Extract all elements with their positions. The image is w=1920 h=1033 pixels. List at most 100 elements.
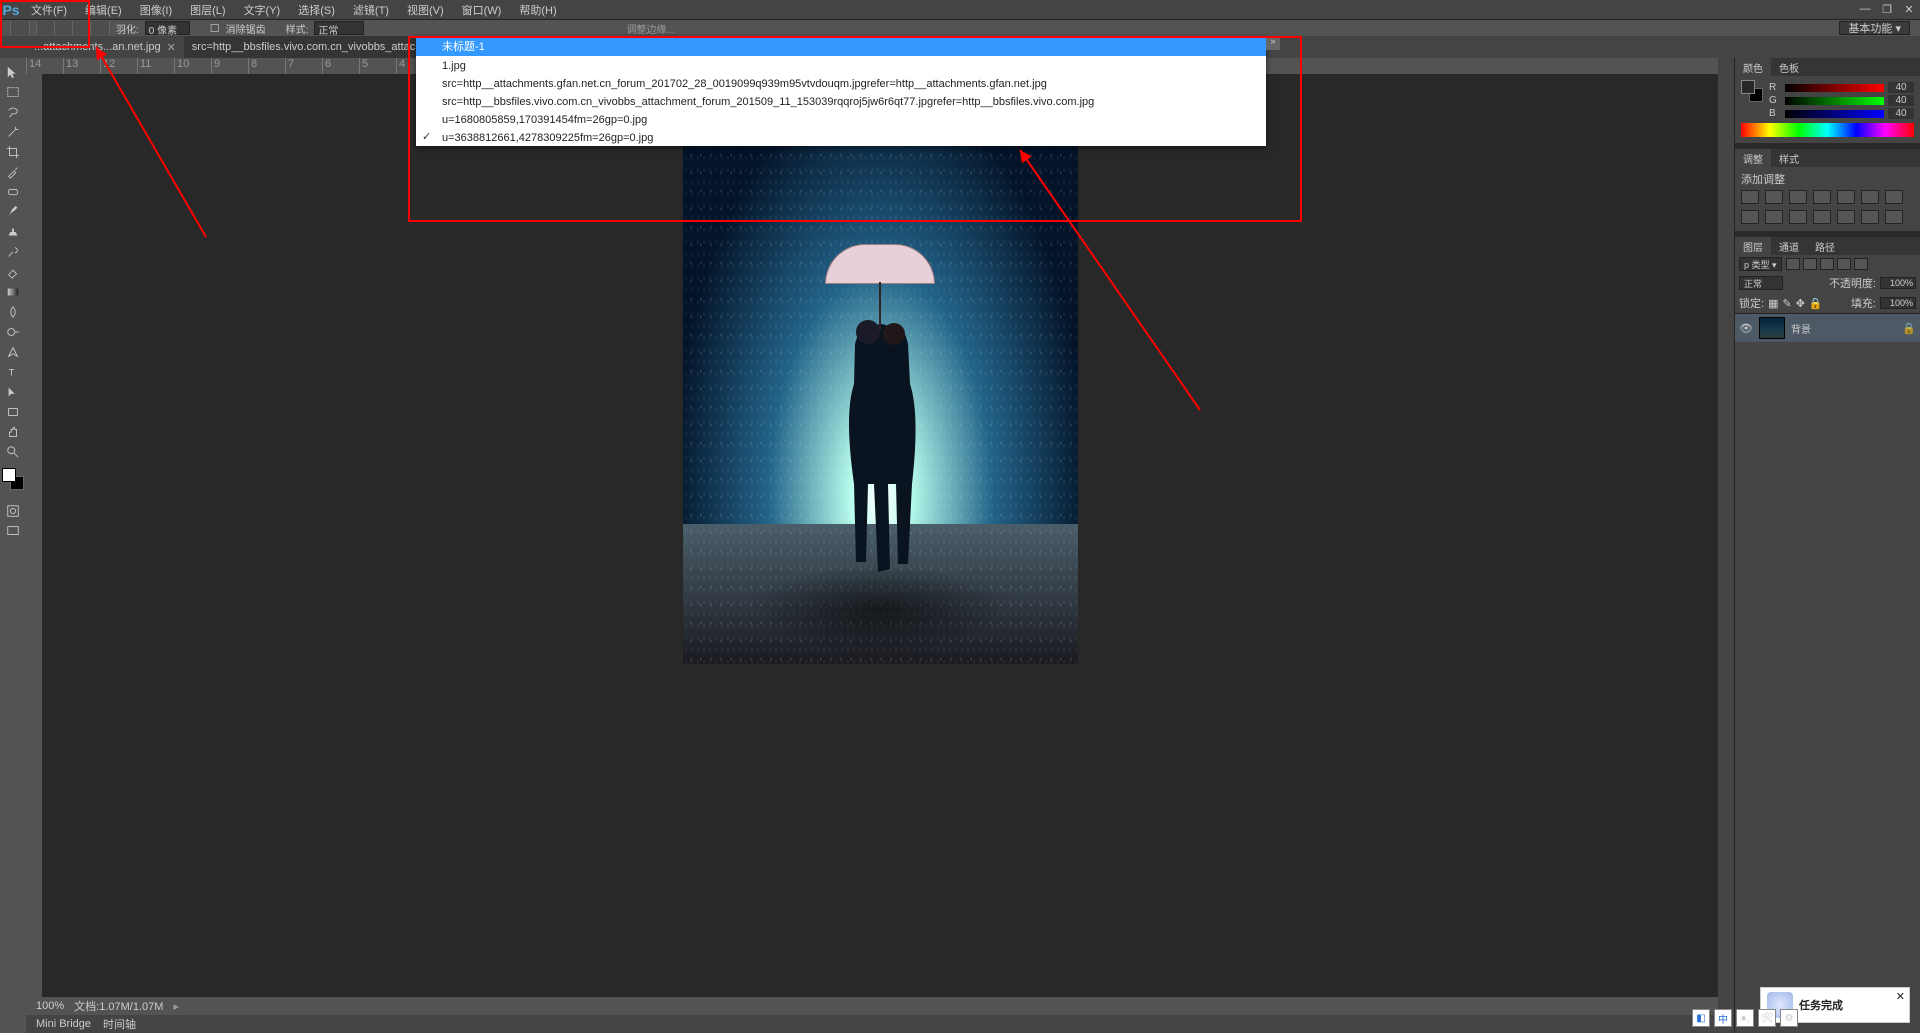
menu-edit[interactable]: 编辑(E) <box>76 0 131 20</box>
g-slider[interactable] <box>1785 97 1884 105</box>
tab-list-item[interactable]: u=1680805859,170391454fm=26gp=0.jpg <box>416 110 1266 128</box>
rectangle-tool-icon[interactable] <box>2 402 24 421</box>
mini-bridge-tab[interactable]: Mini Bridge <box>36 1018 91 1030</box>
ime-punct-button[interactable]: ●, <box>1736 1009 1754 1027</box>
feather-input[interactable]: 0 像素 <box>145 21 190 35</box>
opacity-input[interactable]: 100% <box>1880 277 1916 289</box>
brush-tool-icon[interactable] <box>2 202 24 221</box>
r-slider[interactable] <box>1785 84 1884 92</box>
document-tab[interactable]: ...attachments...an.net.jpg ✕ <box>26 36 184 58</box>
minimize-button[interactable]: — <box>1854 3 1876 16</box>
crop-tool-icon[interactable] <box>2 142 24 161</box>
lock-transparency-icon[interactable]: ▦ <box>1768 297 1778 310</box>
layer-name[interactable]: 背景 <box>1791 321 1896 336</box>
tab-overflow-button[interactable]: » <box>1266 36 1280 50</box>
filter-pixel-icon[interactable] <box>1786 258 1800 270</box>
menu-help[interactable]: 帮助(H) <box>510 0 565 20</box>
foreground-color-swatch[interactable] <box>2 468 16 482</box>
ime-tool-button[interactable]: 🛠 <box>1758 1009 1776 1027</box>
dodge-tool-icon[interactable] <box>2 322 24 341</box>
lock-all-icon[interactable]: 🔒 <box>1809 297 1823 310</box>
eraser-tool-icon[interactable] <box>2 262 24 281</box>
layers-panel-tab[interactable]: 图层 <box>1735 237 1771 255</box>
tab-list-item[interactable]: ✓u=3638812661,4278309225fm=26gp=0.jpg <box>416 128 1266 146</box>
black-white-icon[interactable] <box>1741 210 1759 224</box>
blur-tool-icon[interactable] <box>2 302 24 321</box>
quick-mask-icon[interactable] <box>2 501 24 520</box>
visibility-toggle-icon[interactable]: 👁 <box>1739 321 1753 335</box>
close-icon[interactable]: ✕ <box>167 41 176 54</box>
spot-healing-tool-icon[interactable] <box>2 182 24 201</box>
invert-icon[interactable] <box>1837 210 1855 224</box>
menu-select[interactable]: 选择(S) <box>289 0 344 20</box>
ime-lang-button[interactable]: 中 <box>1714 1009 1732 1027</box>
posterize-icon[interactable] <box>1861 210 1879 224</box>
ime-settings-button[interactable]: ⚙ <box>1780 1009 1798 1027</box>
tool-preset-picker[interactable] <box>10 21 30 35</box>
workspace-switcher[interactable]: 基本功能 ▾ <box>1839 21 1910 35</box>
channels-panel-tab[interactable]: 通道 <box>1771 237 1807 255</box>
style-select[interactable]: 正常 <box>314 21 364 35</box>
b-slider[interactable] <box>1785 110 1884 118</box>
hand-tool-icon[interactable] <box>2 422 24 441</box>
channel-mixer-icon[interactable] <box>1789 210 1807 224</box>
lock-pixels-icon[interactable]: ✎ <box>1782 297 1791 310</box>
eyedropper-tool-icon[interactable] <box>2 162 24 181</box>
levels-icon[interactable] <box>1765 190 1783 204</box>
path-selection-tool-icon[interactable] <box>2 382 24 401</box>
photo-filter-icon[interactable] <box>1765 210 1783 224</box>
zoom-level[interactable]: 100% <box>36 1000 64 1012</box>
color-lookup-icon[interactable] <box>1813 210 1831 224</box>
layer-thumbnail[interactable] <box>1759 317 1785 339</box>
selection-intersect-icon[interactable] <box>91 21 109 35</box>
menu-view[interactable]: 视图(V) <box>398 0 453 20</box>
layer-row[interactable]: 👁 背景 🔒 <box>1735 314 1920 342</box>
close-button[interactable]: ✕ <box>1898 3 1920 16</box>
exposure-icon[interactable] <box>1813 190 1831 204</box>
r-value[interactable]: 40 <box>1888 82 1914 93</box>
zoom-tool-icon[interactable] <box>2 442 24 461</box>
menu-file[interactable]: 文件(F) <box>22 0 76 20</box>
type-tool-icon[interactable]: T <box>2 362 24 381</box>
refine-edge-button[interactable]: 调整边缘... <box>626 21 674 36</box>
move-tool-icon[interactable] <box>2 62 24 81</box>
gradient-tool-icon[interactable] <box>2 282 24 301</box>
vibrance-icon[interactable] <box>1837 190 1855 204</box>
rectangular-marquee-tool-icon[interactable] <box>2 82 24 101</box>
brightness-contrast-icon[interactable] <box>1741 190 1759 204</box>
menu-type[interactable]: 文字(Y) <box>235 0 290 20</box>
menu-layer[interactable]: 图层(L) <box>181 0 234 20</box>
collapsed-panel-strip[interactable] <box>1718 58 1734 1033</box>
paths-panel-tab[interactable]: 路径 <box>1807 237 1843 255</box>
b-value[interactable]: 40 <box>1888 108 1914 119</box>
menu-filter[interactable]: 滤镜(T) <box>344 0 398 20</box>
selection-new-icon[interactable] <box>37 21 55 35</box>
pen-tool-icon[interactable] <box>2 342 24 361</box>
history-brush-tool-icon[interactable] <box>2 242 24 261</box>
layer-filter-type[interactable]: р 类型 ▾ <box>1739 257 1782 271</box>
swatches-panel-tab[interactable]: 色板 <box>1771 58 1807 76</box>
styles-panel-tab[interactable]: 样式 <box>1771 149 1807 167</box>
color-spectrum[interactable] <box>1741 123 1914 137</box>
g-value[interactable]: 40 <box>1888 95 1914 106</box>
lock-position-icon[interactable]: ✥ <box>1796 297 1805 310</box>
selection-add-icon[interactable] <box>55 21 73 35</box>
color-balance-icon[interactable] <box>1885 190 1903 204</box>
menu-image[interactable]: 图像(I) <box>131 0 181 20</box>
tab-list-item[interactable]: 1.jpg <box>416 56 1266 74</box>
ime-logo-icon[interactable]: ◧ <box>1692 1009 1710 1027</box>
fill-input[interactable]: 100% <box>1880 297 1916 309</box>
maximize-button[interactable]: ❐ <box>1876 3 1898 16</box>
close-icon[interactable]: ✕ <box>1896 990 1905 1003</box>
filter-smart-icon[interactable] <box>1854 258 1868 270</box>
blend-mode-select[interactable]: 正常 <box>1739 276 1783 290</box>
curves-icon[interactable] <box>1789 190 1807 204</box>
tab-list-item[interactable]: src=http__attachments.gfan.net.cn_forum_… <box>416 74 1266 92</box>
filter-adjust-icon[interactable] <box>1803 258 1817 270</box>
color-panel-tab[interactable]: 颜色 <box>1735 58 1771 76</box>
document-canvas[interactable] <box>683 104 1078 664</box>
color-swatches[interactable] <box>2 468 24 490</box>
screen-mode-icon[interactable] <box>2 521 24 540</box>
ime-toolbar[interactable]: ◧ 中 ●, 🛠 ⚙ <box>1692 1009 1798 1027</box>
lasso-tool-icon[interactable] <box>2 102 24 121</box>
